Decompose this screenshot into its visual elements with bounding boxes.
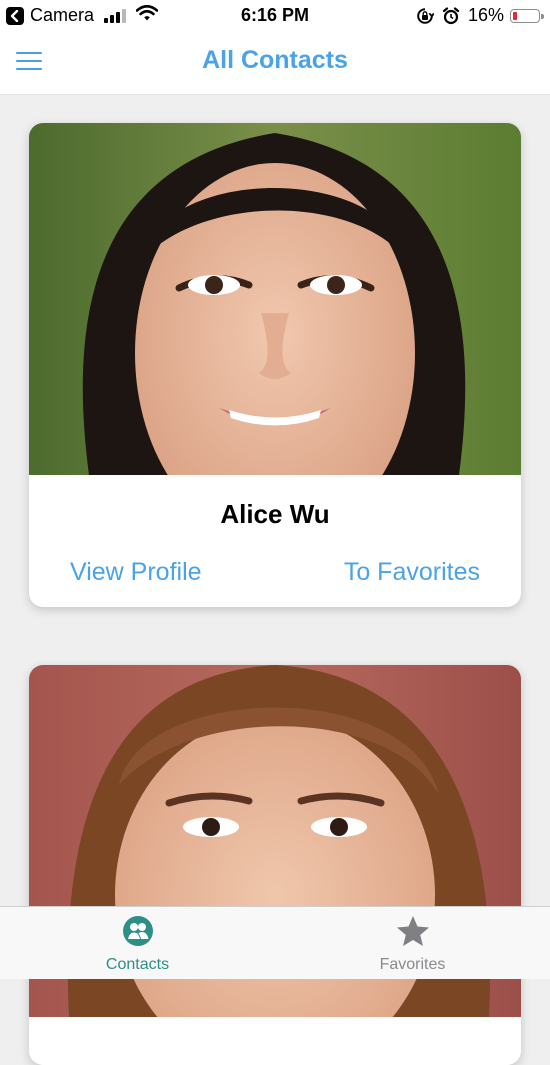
tab-bar: Contacts Favorites <box>0 906 550 979</box>
contact-photo <box>29 123 521 475</box>
contact-card: Alice Wu View Profile To Favorites <box>29 123 521 607</box>
battery-tip <box>541 13 544 19</box>
contact-actions: View Profile To Favorites <box>29 558 521 587</box>
tab-favorites[interactable]: Favorites <box>275 907 550 979</box>
battery-percent: 16% <box>467 5 504 25</box>
contact-card <box>29 665 521 1065</box>
page-title: All Contacts <box>202 46 348 74</box>
status-bar: Camera 6:16 PM 16% <box>0 0 550 30</box>
orientation-lock-icon <box>416 7 434 25</box>
navigation-bar: All Contacts <box>0 30 550 95</box>
tab-label-contacts: Contacts <box>105 956 170 973</box>
status-bar-right: 16% <box>416 5 544 26</box>
tab-label-favorites: Favorites <box>379 956 446 973</box>
alarm-icon <box>442 6 460 25</box>
star-icon <box>275 915 550 947</box>
contact-name: Alice Wu <box>220 499 330 529</box>
battery-level-fill <box>513 11 517 20</box>
view-profile-button[interactable]: View Profile <box>70 558 202 587</box>
contacts-icon <box>0 915 275 947</box>
battery-icon <box>510 8 544 23</box>
tab-contacts[interactable]: Contacts <box>0 907 275 979</box>
to-favorites-button[interactable]: To Favorites <box>344 558 480 587</box>
